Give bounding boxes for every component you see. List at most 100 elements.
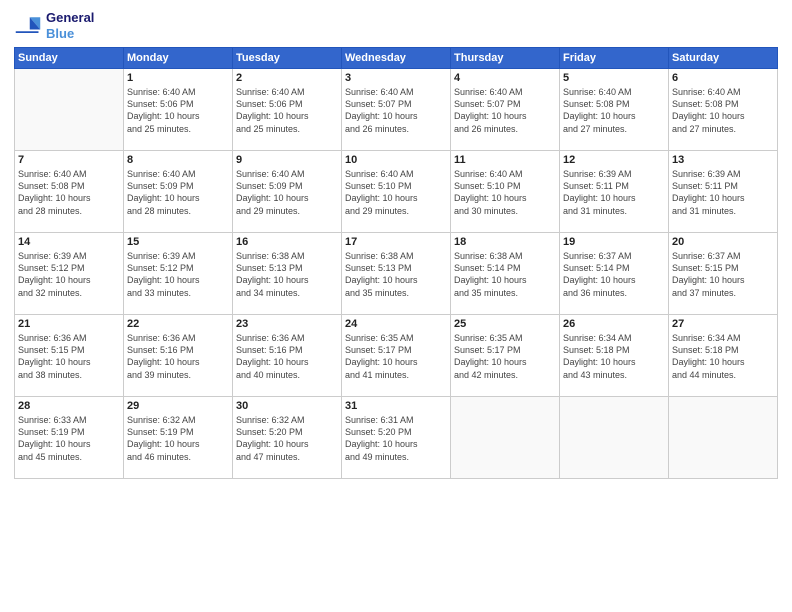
- day-info: Sunrise: 6:39 AM Sunset: 5:12 PM Dayligh…: [127, 250, 229, 299]
- day-info: Sunrise: 6:31 AM Sunset: 5:20 PM Dayligh…: [345, 414, 447, 463]
- day-number: 15: [127, 236, 229, 248]
- calendar-cell: [15, 69, 124, 151]
- day-info: Sunrise: 6:38 AM Sunset: 5:13 PM Dayligh…: [236, 250, 338, 299]
- day-number: 23: [236, 318, 338, 330]
- calendar-cell: 19 Sunrise: 6:37 AM Sunset: 5:14 PM Dayli…: [560, 233, 669, 315]
- week-row-2: 7 Sunrise: 6:40 AM Sunset: 5:08 PM Daylig…: [15, 151, 778, 233]
- day-number: 27: [672, 318, 774, 330]
- calendar-cell: 15 Sunrise: 6:39 AM Sunset: 5:12 PM Dayli…: [124, 233, 233, 315]
- header: General Blue: [14, 10, 778, 41]
- day-info: Sunrise: 6:40 AM Sunset: 5:09 PM Dayligh…: [127, 168, 229, 217]
- day-info: Sunrise: 6:39 AM Sunset: 5:12 PM Dayligh…: [18, 250, 120, 299]
- calendar-cell: 14 Sunrise: 6:39 AM Sunset: 5:12 PM Dayli…: [15, 233, 124, 315]
- calendar-cell: [669, 397, 778, 479]
- day-info: Sunrise: 6:39 AM Sunset: 5:11 PM Dayligh…: [563, 168, 665, 217]
- day-number: 25: [454, 318, 556, 330]
- day-info: Sunrise: 6:40 AM Sunset: 5:08 PM Dayligh…: [563, 86, 665, 135]
- calendar-cell: 11 Sunrise: 6:40 AM Sunset: 5:10 PM Dayli…: [451, 151, 560, 233]
- calendar-cell: 30Sunrise: 6:32 AM Sunset: 5:20 PM Dayli…: [233, 397, 342, 479]
- day-info: Sunrise: 6:40 AM Sunset: 5:10 PM Dayligh…: [454, 168, 556, 217]
- col-header-wednesday: Wednesday: [342, 48, 451, 69]
- day-number: 16: [236, 236, 338, 248]
- day-info: Sunrise: 6:40 AM Sunset: 5:08 PM Dayligh…: [672, 86, 774, 135]
- week-row-1: 1 Sunrise: 6:40 AM Sunset: 5:06 PM Daylig…: [15, 69, 778, 151]
- logo-text: General Blue: [46, 10, 94, 41]
- calendar-cell: 6 Sunrise: 6:40 AM Sunset: 5:08 PM Daylig…: [669, 69, 778, 151]
- day-info: Sunrise: 6:36 AM Sunset: 5:15 PM Dayligh…: [18, 332, 120, 381]
- day-number: 22: [127, 318, 229, 330]
- day-number: 21: [18, 318, 120, 330]
- day-number: 8: [127, 154, 229, 166]
- calendar-cell: 16 Sunrise: 6:38 AM Sunset: 5:13 PM Dayli…: [233, 233, 342, 315]
- day-info: Sunrise: 6:34 AM Sunset: 5:18 PM Dayligh…: [672, 332, 774, 381]
- day-number: 1: [127, 72, 229, 84]
- calendar-cell: [451, 397, 560, 479]
- day-number: 30: [236, 400, 338, 412]
- calendar-cell: 25 Sunrise: 6:35 AM Sunset: 5:17 PM Dayli…: [451, 315, 560, 397]
- calendar-cell: 27 Sunrise: 6:34 AM Sunset: 5:18 PM Dayli…: [669, 315, 778, 397]
- day-number: 24: [345, 318, 447, 330]
- calendar-cell: 22 Sunrise: 6:36 AM Sunset: 5:16 PM Dayli…: [124, 315, 233, 397]
- day-info: Sunrise: 6:38 AM Sunset: 5:13 PM Dayligh…: [345, 250, 447, 299]
- day-info: Sunrise: 6:32 AM Sunset: 5:19 PM Dayligh…: [127, 414, 229, 463]
- day-number: 19: [563, 236, 665, 248]
- col-header-sunday: Sunday: [15, 48, 124, 69]
- col-header-monday: Monday: [124, 48, 233, 69]
- day-number: 3: [345, 72, 447, 84]
- calendar-cell: 2Sunrise: 6:40 AM Sunset: 5:06 PM Daylig…: [233, 69, 342, 151]
- calendar-cell: 18Sunrise: 6:38 AM Sunset: 5:14 PM Dayli…: [451, 233, 560, 315]
- calendar-cell: 5Sunrise: 6:40 AM Sunset: 5:08 PM Daylig…: [560, 69, 669, 151]
- calendar-cell: 23 Sunrise: 6:36 AM Sunset: 5:16 PM Dayli…: [233, 315, 342, 397]
- header-row: SundayMondayTuesdayWednesdayThursdayFrid…: [15, 48, 778, 69]
- day-info: Sunrise: 6:35 AM Sunset: 5:17 PM Dayligh…: [345, 332, 447, 381]
- calendar-cell: 29 Sunrise: 6:32 AM Sunset: 5:19 PM Dayli…: [124, 397, 233, 479]
- day-info: Sunrise: 6:40 AM Sunset: 5:07 PM Dayligh…: [345, 86, 447, 135]
- calendar-cell: 31Sunrise: 6:31 AM Sunset: 5:20 PM Dayli…: [342, 397, 451, 479]
- day-info: Sunrise: 6:35 AM Sunset: 5:17 PM Dayligh…: [454, 332, 556, 381]
- calendar-cell: 9 Sunrise: 6:40 AM Sunset: 5:09 PM Daylig…: [233, 151, 342, 233]
- day-info: Sunrise: 6:36 AM Sunset: 5:16 PM Dayligh…: [236, 332, 338, 381]
- day-number: 7: [18, 154, 120, 166]
- week-row-5: 28 Sunrise: 6:33 AM Sunset: 5:19 PM Dayli…: [15, 397, 778, 479]
- day-number: 4: [454, 72, 556, 84]
- day-number: 12: [563, 154, 665, 166]
- day-info: Sunrise: 6:40 AM Sunset: 5:08 PM Dayligh…: [18, 168, 120, 217]
- day-number: 29: [127, 400, 229, 412]
- calendar-cell: 4 Sunrise: 6:40 AM Sunset: 5:07 PM Daylig…: [451, 69, 560, 151]
- day-info: Sunrise: 6:39 AM Sunset: 5:11 PM Dayligh…: [672, 168, 774, 217]
- col-header-saturday: Saturday: [669, 48, 778, 69]
- calendar-table: SundayMondayTuesdayWednesdayThursdayFrid…: [14, 47, 778, 479]
- day-info: Sunrise: 6:33 AM Sunset: 5:19 PM Dayligh…: [18, 414, 120, 463]
- calendar-cell: 20Sunrise: 6:37 AM Sunset: 5:15 PM Dayli…: [669, 233, 778, 315]
- day-info: Sunrise: 6:37 AM Sunset: 5:14 PM Dayligh…: [563, 250, 665, 299]
- day-number: 26: [563, 318, 665, 330]
- day-number: 9: [236, 154, 338, 166]
- day-number: 11: [454, 154, 556, 166]
- calendar-cell: 24 Sunrise: 6:35 AM Sunset: 5:17 PM Dayli…: [342, 315, 451, 397]
- calendar-cell: 13 Sunrise: 6:39 AM Sunset: 5:11 PM Dayli…: [669, 151, 778, 233]
- day-number: 13: [672, 154, 774, 166]
- calendar-cell: 7 Sunrise: 6:40 AM Sunset: 5:08 PM Daylig…: [15, 151, 124, 233]
- day-number: 14: [18, 236, 120, 248]
- day-info: Sunrise: 6:40 AM Sunset: 5:07 PM Dayligh…: [454, 86, 556, 135]
- calendar-cell: 3 Sunrise: 6:40 AM Sunset: 5:07 PM Daylig…: [342, 69, 451, 151]
- calendar-cell: 12 Sunrise: 6:39 AM Sunset: 5:11 PM Dayli…: [560, 151, 669, 233]
- day-number: 10: [345, 154, 447, 166]
- calendar-cell: [560, 397, 669, 479]
- week-row-4: 21 Sunrise: 6:36 AM Sunset: 5:15 PM Dayli…: [15, 315, 778, 397]
- col-header-tuesday: Tuesday: [233, 48, 342, 69]
- day-info: Sunrise: 6:40 AM Sunset: 5:09 PM Dayligh…: [236, 168, 338, 217]
- day-info: Sunrise: 6:34 AM Sunset: 5:18 PM Dayligh…: [563, 332, 665, 381]
- calendar-cell: 21 Sunrise: 6:36 AM Sunset: 5:15 PM Dayli…: [15, 315, 124, 397]
- calendar-cell: 28 Sunrise: 6:33 AM Sunset: 5:19 PM Dayli…: [15, 397, 124, 479]
- col-header-thursday: Thursday: [451, 48, 560, 69]
- calendar-cell: 26 Sunrise: 6:34 AM Sunset: 5:18 PM Dayli…: [560, 315, 669, 397]
- day-number: 28: [18, 400, 120, 412]
- logo-icon: [14, 12, 42, 40]
- day-info: Sunrise: 6:38 AM Sunset: 5:14 PM Dayligh…: [454, 250, 556, 299]
- day-info: Sunrise: 6:40 AM Sunset: 5:06 PM Dayligh…: [127, 86, 229, 135]
- day-number: 6: [672, 72, 774, 84]
- day-info: Sunrise: 6:36 AM Sunset: 5:16 PM Dayligh…: [127, 332, 229, 381]
- day-number: 17: [345, 236, 447, 248]
- logo: General Blue: [14, 10, 94, 41]
